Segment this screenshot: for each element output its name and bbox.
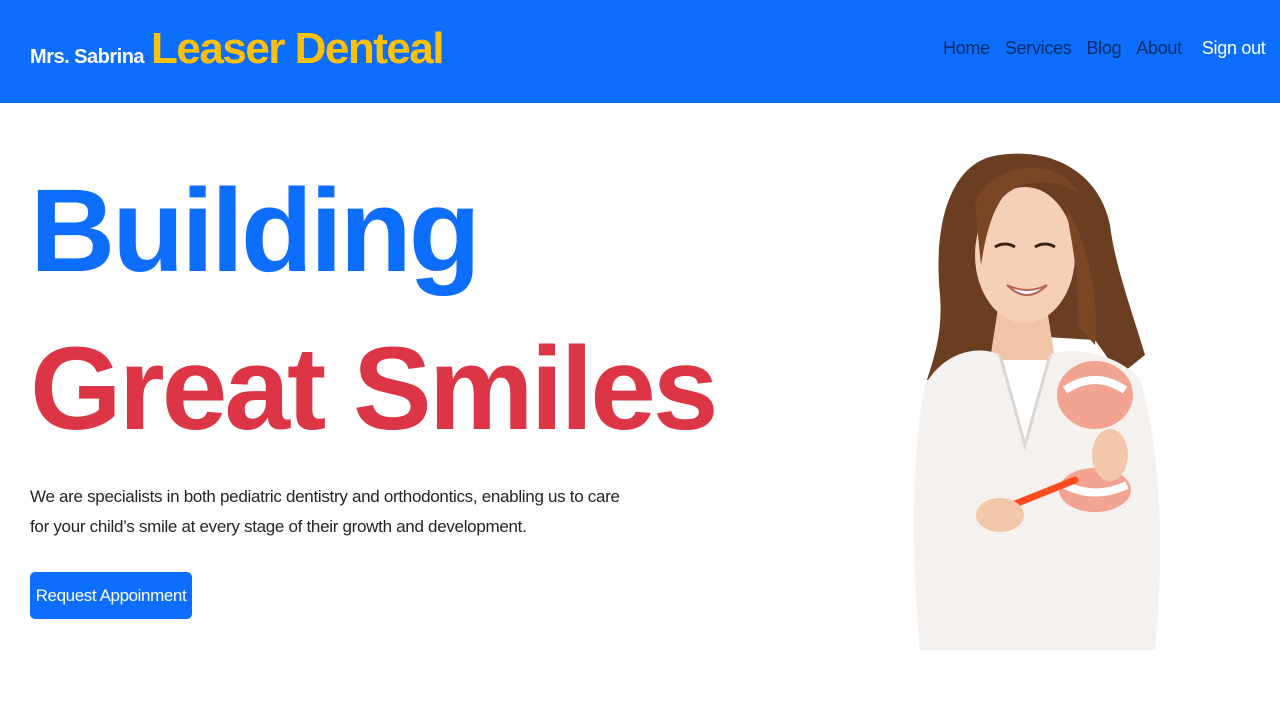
hero-description: We are specialists in both pediatric den… (30, 487, 620, 536)
hero-dentist-photo (913, 153, 1160, 650)
nav-link-services[interactable]: Services (1005, 38, 1072, 59)
nav-link-blog[interactable]: Blog (1086, 38, 1121, 59)
sign-out-link[interactable]: Sign out (1202, 38, 1266, 59)
hero-title-line1: Building (30, 165, 481, 297)
nav-link-home[interactable]: Home (943, 38, 990, 59)
request-appointment-button[interactable]: Request Appoinment (30, 572, 192, 619)
hero-title-line2: Great Smiles (30, 323, 718, 455)
nav-link-about[interactable]: About (1136, 38, 1182, 59)
top-navbar: Mrs. Sabrina Leaser Denteal Home Service… (0, 0, 1280, 103)
nav-menu: Home Services Blog About Sign out (943, 38, 1266, 59)
brand-owner-name: Mrs. Sabrina (30, 46, 145, 68)
brand-logo[interactable]: Mrs. Sabrina Leaser Denteal (30, 24, 445, 74)
brand-clinic-name: Leaser Denteal (151, 24, 445, 73)
